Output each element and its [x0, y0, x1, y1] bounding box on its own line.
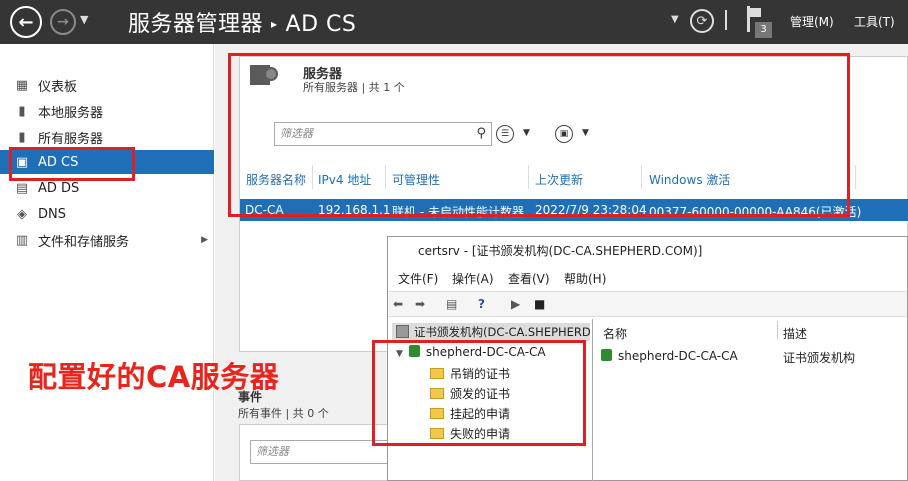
tree-folder-issued[interactable]: 颁发的证书: [430, 385, 510, 402]
arrow-right-icon: →: [57, 14, 69, 30]
sidebar-item-adcs[interactable]: ▣ AD CS: [0, 150, 214, 174]
all-servers-icon: ▮: [18, 129, 26, 145]
notifications-button[interactable]: 3: [745, 6, 775, 38]
certsrv-tree-pane: 证书颁发机构(DC-CA.SHEPHERD.COM) ▼shepherd-DC-…: [388, 319, 593, 481]
servers-tile-subtitle: 所有服务器 | 共 1 个: [303, 81, 405, 94]
sidebar-item-local-server[interactable]: ▮ 本地服务器: [0, 99, 214, 123]
adds-icon: ▤: [15, 180, 29, 196]
sidebar-item-dashboard[interactable]: ▦ 仪表板: [0, 73, 214, 97]
menu-view[interactable]: 查看(V): [508, 270, 550, 287]
folder-icon: [430, 408, 444, 419]
search-icon[interactable]: ⚲: [476, 123, 486, 145]
start-service-icon[interactable]: ▶: [511, 297, 520, 311]
certsrv-window: certsrv - [证书颁发机构(DC-CA.SHEPHERD.COM)] 文…: [387, 236, 908, 481]
menu-action[interactable]: 操作(A): [452, 270, 494, 287]
app-title: 服务器管理器: [128, 12, 264, 37]
help-icon[interactable]: ?: [478, 297, 485, 311]
chevron-down-icon: ▼: [523, 128, 530, 138]
forward-arrow-icon[interactable]: ➡: [415, 297, 425, 311]
chevron-right-icon: ▶: [201, 235, 208, 245]
back-arrow-icon[interactable]: ⬅: [393, 297, 403, 311]
certsrv-menubar: 文件(F) 操作(A) 查看(V) 帮助(H): [388, 267, 907, 289]
column-header-server-name[interactable]: 服务器名称: [246, 171, 306, 188]
tree-node-ca[interactable]: ▼ shepherd-DC-CA-CA: [396, 345, 546, 359]
tree-folder-failed[interactable]: 失败的申请: [430, 425, 510, 442]
sidebar-item-all-servers[interactable]: ▮ 所有服务器: [0, 125, 214, 149]
adcs-icon: ▣: [15, 154, 29, 170]
dashboard-icon: ▦: [15, 77, 29, 93]
chevron-down-icon: ▼: [80, 13, 89, 26]
list-item-description: 证书颁发机构: [783, 351, 856, 365]
cell-server-name: DC-CA: [245, 203, 284, 217]
column-header-manageability[interactable]: 可管理性: [392, 171, 440, 188]
chevron-down-icon: ▼: [582, 128, 589, 138]
stop-service-icon[interactable]: ■: [534, 297, 545, 311]
dns-icon: ◈: [17, 206, 27, 222]
folder-icon: [430, 368, 444, 379]
list-header-name[interactable]: 名称: [603, 325, 627, 342]
forward-button[interactable]: →: [50, 9, 76, 35]
cell-last-update: 2022/7/9 23:28:04: [535, 203, 647, 217]
notification-count-badge: 3: [755, 22, 772, 38]
save-query-dropdown[interactable]: ▼: [582, 128, 589, 138]
tree-root-ca[interactable]: 证书颁发机构(DC-CA.SHEPHERD.COM): [392, 323, 590, 341]
menu-help[interactable]: 帮助(H): [564, 270, 606, 287]
chevron-down-icon: ▼: [671, 14, 679, 25]
certsrv-toolbar: ⬅ ➡ ▤ ? ▶ ■: [388, 291, 907, 317]
cell-ipv4: 192.168.1.1: [318, 203, 391, 217]
cell-windows-activation: 00377-60000-00000-AA846(已激活): [649, 205, 862, 219]
tree-folder-revoked[interactable]: 吊销的证书: [430, 365, 510, 382]
tree-folder-pending[interactable]: 挂起的申请: [430, 405, 510, 422]
file-storage-icon: ▥: [15, 232, 29, 248]
save-query-button[interactable]: ▣: [555, 125, 573, 143]
breadcrumb-separator: ▸: [271, 17, 278, 31]
save-icon: ▣: [559, 129, 569, 139]
sidebar-item-file-storage[interactable]: ▥ 文件和存储服务 ▶: [0, 228, 214, 252]
breadcrumb-current: AD CS: [285, 12, 357, 37]
certsrv-list-pane: 名称 描述 shepherd-DC-CA-CA 证书颁发机构: [595, 319, 908, 481]
title-bar: ← → ▼ 服务器管理器 ▸ AD CS ▼ ⟳ 3 管理(M) 工具(T): [0, 0, 908, 44]
list-item[interactable]: shepherd-DC-CA-CA: [601, 349, 738, 363]
ca-running-icon: [408, 345, 420, 357]
cell-manageability: 联机 - 未启动性能计数器: [392, 205, 524, 219]
list-options-dropdown[interactable]: ▼: [523, 128, 530, 138]
refresh-button[interactable]: ⟳: [690, 9, 714, 33]
sidebar: ▦ 仪表板 ▮ 本地服务器 ▮ 所有服务器 ▣ AD CS ▤ AD DS ◈ DNS ▥ 文…: [0, 44, 214, 481]
toolbar-divider: [725, 10, 727, 30]
refresh-icon: ⟳: [696, 13, 708, 29]
menu-file[interactable]: 文件(F): [398, 270, 438, 287]
sidebar-item-adds[interactable]: ▤ AD DS: [0, 176, 214, 200]
folder-icon: [430, 428, 444, 439]
menu-tools[interactable]: 工具(T): [854, 13, 895, 30]
server-filter-input[interactable]: 筛选器 ⚲: [274, 122, 492, 146]
ca-icon: [396, 325, 409, 338]
list-options-button[interactable]: ☰: [496, 125, 514, 143]
list-icon: ☰: [500, 129, 510, 139]
column-header-ipv4[interactable]: IPv4 地址: [318, 171, 371, 188]
certsrv-title: certsrv - [证书颁发机构(DC-CA.SHEPHERD.COM)]: [388, 237, 907, 265]
back-button[interactable]: ←: [10, 6, 42, 38]
column-header-windows-activation[interactable]: Windows 激活: [649, 171, 730, 188]
arrow-left-icon: ←: [18, 11, 34, 33]
events-subtitle: 所有事件 | 共 0 个: [238, 407, 329, 420]
folder-icon: [430, 388, 444, 399]
server-role-icon: [250, 63, 278, 89]
column-header-last-update[interactable]: 上次更新: [535, 171, 583, 188]
history-dropdown[interactable]: ▼: [80, 13, 88, 26]
breadcrumb: 服务器管理器 ▸ AD CS: [128, 6, 356, 38]
menu-manage[interactable]: 管理(M): [790, 13, 834, 30]
ca-running-icon: [601, 349, 612, 361]
list-header-description[interactable]: 描述: [783, 325, 807, 342]
annotation-label: 配置好的CA服务器: [28, 360, 280, 394]
export-list-icon[interactable]: ▤: [446, 297, 457, 311]
local-server-icon: ▮: [18, 103, 26, 119]
sidebar-item-dns[interactable]: ◈ DNS: [0, 202, 214, 226]
refresh-dropdown[interactable]: ▼: [671, 14, 679, 25]
chevron-down-icon: ▼: [396, 349, 403, 359]
